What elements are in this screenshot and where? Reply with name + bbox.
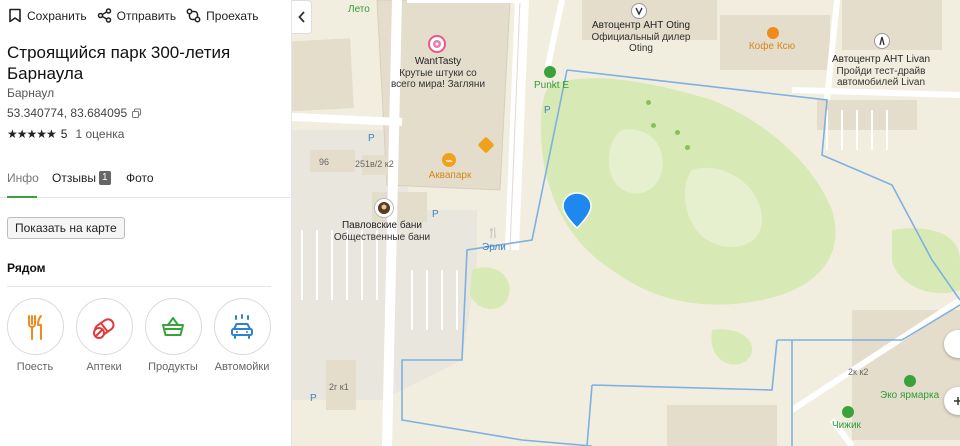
house-2g-label: 2г к1 (329, 382, 349, 392)
stars-icon: ★★★★★ (7, 127, 57, 141)
wanttasty-desc1: Крутые штуки со (399, 68, 477, 79)
tree-dot (685, 145, 690, 150)
tree-dot (646, 100, 651, 105)
donut-icon[interactable] (428, 35, 446, 53)
house-96-label: 96 (319, 157, 330, 167)
tab-info[interactable]: Инфо (7, 171, 39, 185)
pills-icon (93, 317, 115, 339)
save-label: Сохранить (27, 8, 87, 23)
send-button[interactable]: Отправить (97, 8, 177, 23)
street-leto-label: Лето (348, 4, 370, 15)
livan-logo-icon[interactable] (874, 33, 890, 49)
tree-dot (651, 123, 656, 128)
parking-label-2: P (432, 209, 439, 220)
tab-info-label: Инфо (7, 171, 39, 185)
livan-name[interactable]: Автоцентр АНТ Livan (826, 54, 936, 65)
oting-name[interactable]: Автоцентр АНТ Oting (586, 20, 696, 31)
nearby-groceries[interactable]: Продукты (143, 298, 203, 373)
house-251-label: 251в/2 к2 (355, 159, 394, 169)
car-wash-icon (231, 313, 253, 339)
map-view[interactable]: Лето WantTasty Крутые штуки со всего мир… (292, 0, 960, 446)
coffee-label[interactable]: Кофе Ксю (747, 41, 797, 52)
basket-icon (162, 316, 184, 336)
coords-text: 53.340774, 83.684095 (7, 106, 128, 120)
aquapark-label[interactable]: Аквапарк (420, 170, 480, 181)
share-icon (97, 8, 111, 23)
route-button[interactable]: Проехать (186, 8, 259, 23)
tab-photo[interactable]: Фото (126, 171, 154, 185)
active-tab-indicator (7, 196, 37, 198)
fork-knife-icon (28, 314, 42, 340)
bookmark-icon (9, 8, 21, 23)
nearby-car-wash-label: Автомойки (214, 361, 270, 373)
nearby-divider (7, 286, 271, 287)
nearby-food-circle (6, 298, 64, 355)
nearby-car-wash[interactable]: Автомойки (212, 298, 272, 373)
parking-label-3: P (544, 105, 551, 116)
eko-icon[interactable] (904, 375, 916, 387)
nearby-food-label: Поесть (16, 361, 54, 373)
rating[interactable]: ★★★★★ 5 1 оценка (7, 127, 124, 141)
aquapark-icon[interactable] (442, 153, 456, 167)
save-button[interactable]: Сохранить (8, 8, 87, 23)
pickup-point-icon[interactable] (544, 66, 556, 78)
parking-label-1: P (368, 133, 375, 144)
livan-desc1: Пройди тест-драйв (836, 66, 926, 77)
oting-desc2: Oting (629, 43, 653, 54)
copy-icon[interactable] (131, 108, 142, 119)
action-bar: Сохранить Отправить Проехать (8, 8, 269, 23)
wanttasty-name[interactable]: WantTasty (400, 56, 476, 67)
route-icon (186, 8, 201, 23)
chizhik-label[interactable]: Чижик (832, 420, 861, 431)
nearby-car-wash-circle (213, 298, 271, 355)
eko-label[interactable]: Эко ярмарка (880, 390, 939, 401)
chizhik-icon[interactable] (842, 406, 854, 418)
wanttasty-desc2: всего мира! Загляни (390, 79, 486, 90)
banya-name[interactable]: Павловские бани (332, 220, 432, 231)
tab-reviews[interactable]: Отзывы 1 (52, 171, 111, 185)
rating-value: 5 (60, 127, 68, 141)
banya-desc: Общественные бани (333, 232, 431, 243)
place-card: Сохранить Отправить Проехать Строящийся … (0, 0, 292, 446)
erli-label[interactable]: Эрли (482, 242, 506, 253)
oting-desc1: Официальный дилер (591, 32, 691, 43)
nearby-pharmacy-circle (75, 298, 133, 355)
rating-count: 1 оценка (75, 127, 125, 141)
reviews-count-badge: 1 (98, 171, 111, 185)
nearby-groceries-circle (144, 298, 202, 355)
tab-photo-label: Фото (126, 171, 154, 185)
chevron-left-icon (297, 11, 305, 23)
route-label: Проехать (206, 8, 259, 23)
place-title: Строящийся парк 300-летия Барнаула (7, 43, 231, 83)
parking-label-4: P (310, 393, 317, 404)
collapse-panel-button[interactable] (292, 0, 312, 34)
send-label: Отправить (116, 8, 177, 23)
nearby-groceries-label: Продукты (148, 361, 198, 373)
house-2k-label: 2к к2 (848, 367, 869, 377)
location-pin-icon[interactable] (562, 192, 592, 230)
nearby-food[interactable]: Поесть (5, 298, 65, 373)
coffee-icon[interactable] (767, 27, 779, 39)
show-on-map-button[interactable]: Показать на карте (7, 217, 125, 239)
oting-logo-icon[interactable] (631, 3, 647, 19)
place-coords[interactable]: 53.340774, 83.684095 (7, 106, 142, 120)
livan-desc2: автомобилей Livan (836, 77, 926, 88)
nearby-pharmacy[interactable]: Аптеки (74, 298, 134, 373)
place-city: Барнаул (7, 86, 55, 100)
plus-icon (954, 397, 960, 405)
punkt-e-label[interactable]: Punkt E (534, 80, 569, 91)
tab-reviews-label: Отзывы (52, 171, 96, 185)
tab-bar: Инфо Отзывы 1 Фото (0, 160, 292, 198)
tree-dot (675, 130, 680, 135)
bathhouse-icon[interactable] (374, 198, 394, 218)
nearby-title: Рядом (7, 261, 46, 275)
erli-icon[interactable]: 🍴 (487, 228, 499, 239)
nearby-pharmacy-label: Аптеки (86, 361, 122, 373)
